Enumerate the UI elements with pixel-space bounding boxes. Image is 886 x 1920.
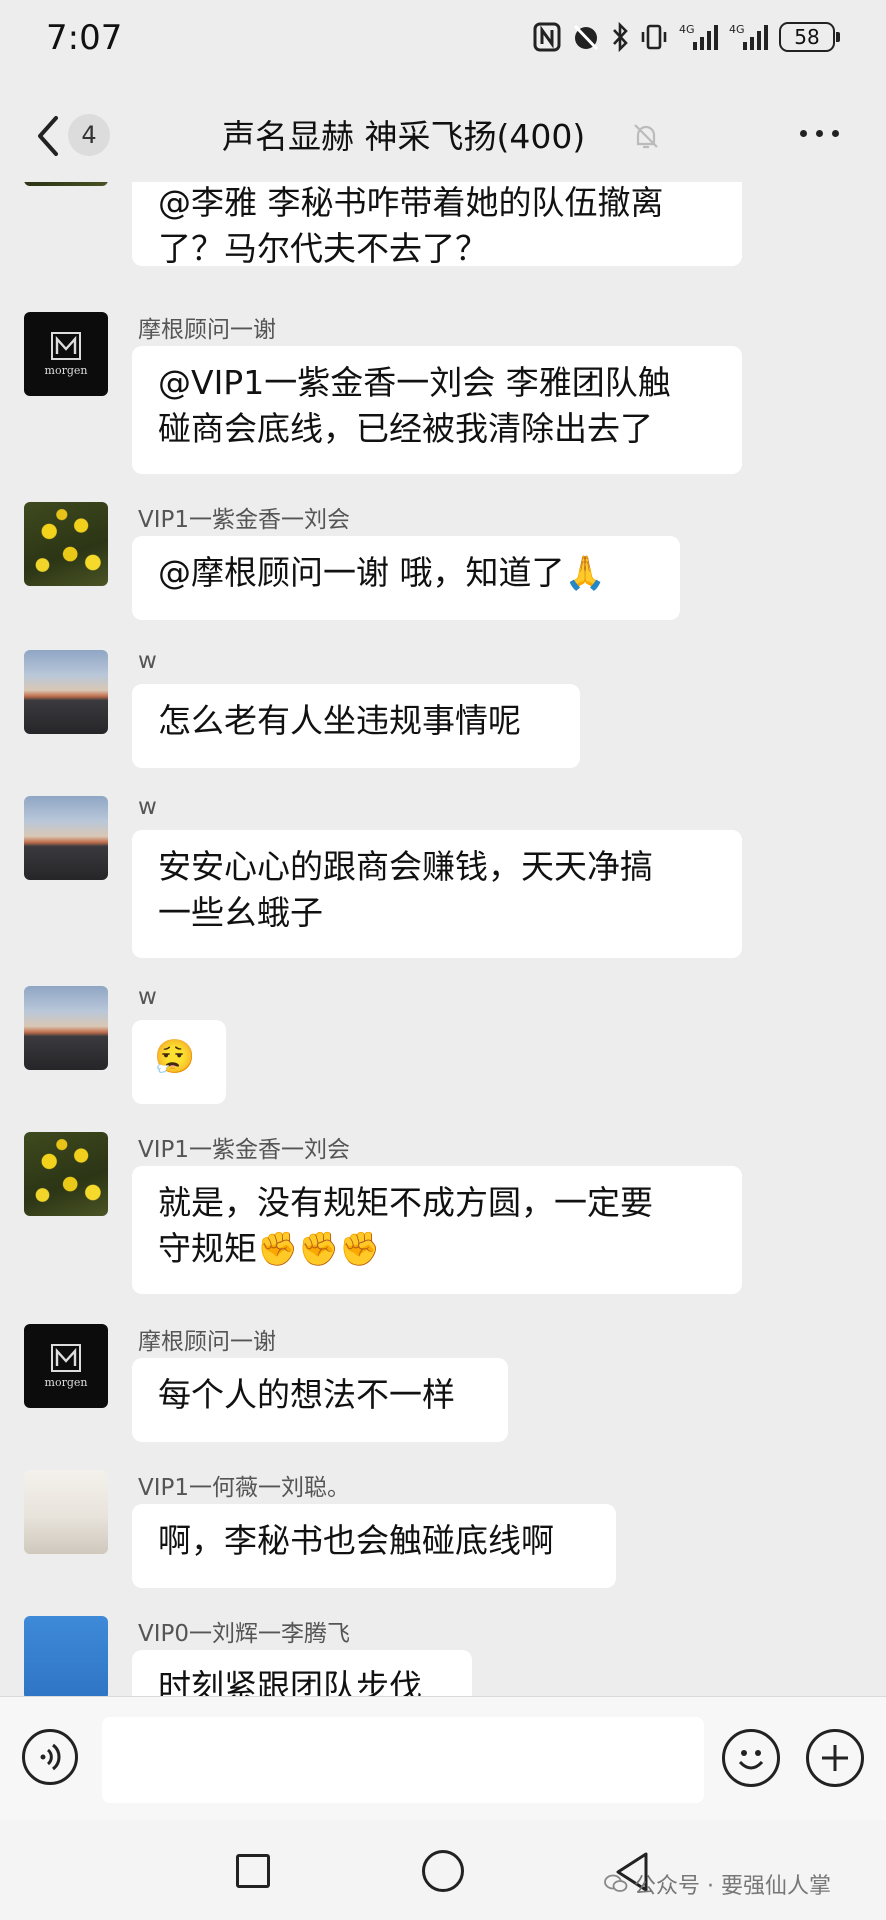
chevron-left-icon[interactable] bbox=[28, 108, 68, 164]
sender-name: w bbox=[138, 984, 157, 1010]
avatar-logo-text: morgen bbox=[44, 363, 88, 377]
message-text: 😮‍💨 bbox=[154, 1037, 196, 1076]
bluetooth-icon bbox=[613, 22, 628, 52]
avatar[interactable] bbox=[24, 502, 108, 586]
avatar[interactable]: morgen bbox=[24, 1324, 108, 1408]
message-text: 碰商会底线，已经被我清除出去了 bbox=[158, 409, 653, 448]
message-text: @李雅 李秘书咋带着她的队伍撤离 bbox=[158, 183, 664, 222]
watermark: 公众号 · 要强仙人掌 bbox=[604, 1868, 831, 1900]
message-bubble[interactable]: @李雅 李秘书咋带着她的队伍撤离 了？马尔代夫不去了？ bbox=[132, 182, 742, 268]
morgen-logo-icon bbox=[51, 1343, 81, 1372]
sender-name: w bbox=[138, 648, 157, 674]
unread-count-badge[interactable]: 4 bbox=[68, 114, 110, 156]
message-text: 了？马尔代夫不去了？ bbox=[158, 229, 488, 268]
message-text: @VIP1一紫金香一刘会 李雅团队触 bbox=[158, 363, 671, 402]
avatar[interactable] bbox=[24, 650, 108, 734]
message-bubble[interactable]: 时刻紧跟团队步伐 bbox=[132, 1650, 472, 1696]
chat-title: 声名显赫 神采飞扬(400) bbox=[222, 117, 586, 156]
avatar[interactable] bbox=[24, 1616, 108, 1696]
avatar-logo-text: morgen bbox=[44, 1375, 88, 1389]
battery-level: 58 bbox=[779, 22, 835, 52]
message-text: 每个人的想法不一样 bbox=[158, 1375, 455, 1414]
chat-header: 4 声名显赫 神采飞扬(400) bbox=[0, 90, 886, 182]
signal-4g-icon: 4G bbox=[729, 23, 768, 50]
message-text: 一些幺蛾子 bbox=[158, 893, 323, 932]
avatar[interactable] bbox=[24, 986, 108, 1070]
message-text: 就是，没有规矩不成方圆，一定要 bbox=[158, 1183, 653, 1222]
bell-off-icon bbox=[634, 124, 658, 149]
more-dots-icon[interactable] bbox=[800, 130, 839, 137]
message-list[interactable]: @李雅 李秘书咋带着她的队伍撤离 了？马尔代夫不去了？ morgen 摩根顾问一… bbox=[0, 182, 886, 1696]
nfc-icon bbox=[533, 22, 561, 52]
message-bubble[interactable]: 就是，没有规矩不成方圆，一定要 守规矩✊✊✊ bbox=[132, 1166, 742, 1294]
recents-button[interactable] bbox=[236, 1854, 270, 1888]
morgen-logo-icon bbox=[51, 331, 81, 360]
svg-text:4G: 4G bbox=[729, 23, 745, 36]
sender-name: VIP1一何薇一刘聪。 bbox=[138, 1475, 351, 1501]
wechat-icon bbox=[604, 1874, 628, 1892]
sender-name: VIP1一紫金香一刘会 bbox=[138, 507, 351, 533]
message-bubble[interactable]: 啊，李秘书也会触碰底线啊 bbox=[132, 1504, 616, 1588]
battery-icon: 58 bbox=[779, 22, 840, 52]
sender-name: VIP0一刘辉一李腾飞 bbox=[138, 1621, 351, 1647]
avatar[interactable]: morgen bbox=[24, 312, 108, 396]
message-text: 时刻紧跟团队步伐 bbox=[158, 1667, 422, 1696]
navigation-bar: 公众号 · 要强仙人掌 bbox=[0, 1820, 886, 1920]
svg-text:4G: 4G bbox=[679, 23, 695, 36]
sender-name: 摩根顾问一谢 bbox=[138, 317, 276, 343]
avatar[interactable] bbox=[24, 182, 108, 186]
voice-icon[interactable] bbox=[22, 1729, 78, 1785]
signal-4g-icon: 4G bbox=[679, 23, 718, 50]
message-text: 啊，李秘书也会触碰底线啊 bbox=[158, 1521, 554, 1560]
home-button[interactable] bbox=[422, 1850, 464, 1892]
avatar[interactable] bbox=[24, 1470, 108, 1554]
message-bubble[interactable]: 每个人的想法不一样 bbox=[132, 1358, 508, 1442]
vibrate-icon bbox=[641, 24, 667, 50]
avatar[interactable] bbox=[24, 796, 108, 880]
sender-name: 摩根顾问一谢 bbox=[138, 1329, 276, 1355]
plus-icon[interactable] bbox=[806, 1729, 864, 1787]
status-bar: 7:07 4G 4G 58 bbox=[0, 0, 886, 90]
status-icons: 4G 4G 58 bbox=[533, 22, 840, 52]
message-text: 怎么老有人坐违规事情呢 bbox=[158, 701, 521, 740]
watermark-text: 公众号 · 要强仙人掌 bbox=[634, 1874, 831, 1899]
input-bar bbox=[0, 1696, 886, 1821]
smile-icon[interactable] bbox=[722, 1729, 780, 1787]
avatar[interactable] bbox=[24, 1132, 108, 1216]
message-text: 安安心心的跟商会赚钱，天天净搞 bbox=[158, 847, 653, 886]
message-bubble[interactable]: @摩根顾问一谢 哦，知道了🙏 bbox=[132, 536, 680, 620]
status-time: 7:07 bbox=[46, 18, 123, 58]
sender-name: w bbox=[138, 794, 157, 820]
message-bubble[interactable]: 怎么老有人坐违规事情呢 bbox=[132, 684, 580, 768]
message-input[interactable] bbox=[102, 1717, 704, 1803]
message-bubble[interactable]: 安安心心的跟商会赚钱，天天净搞 一些幺蛾子 bbox=[132, 830, 742, 958]
alarm-off-icon bbox=[573, 24, 599, 51]
message-text: @摩根顾问一谢 哦，知道了🙏 bbox=[158, 553, 606, 592]
message-bubble[interactable]: @VIP1一紫金香一刘会 李雅团队触 碰商会底线，已经被我清除出去了 bbox=[132, 346, 742, 474]
message-text: 守规矩✊✊✊ bbox=[158, 1229, 381, 1268]
sender-name: VIP1一紫金香一刘会 bbox=[138, 1137, 351, 1163]
message-bubble[interactable]: 😮‍💨 bbox=[132, 1020, 226, 1104]
